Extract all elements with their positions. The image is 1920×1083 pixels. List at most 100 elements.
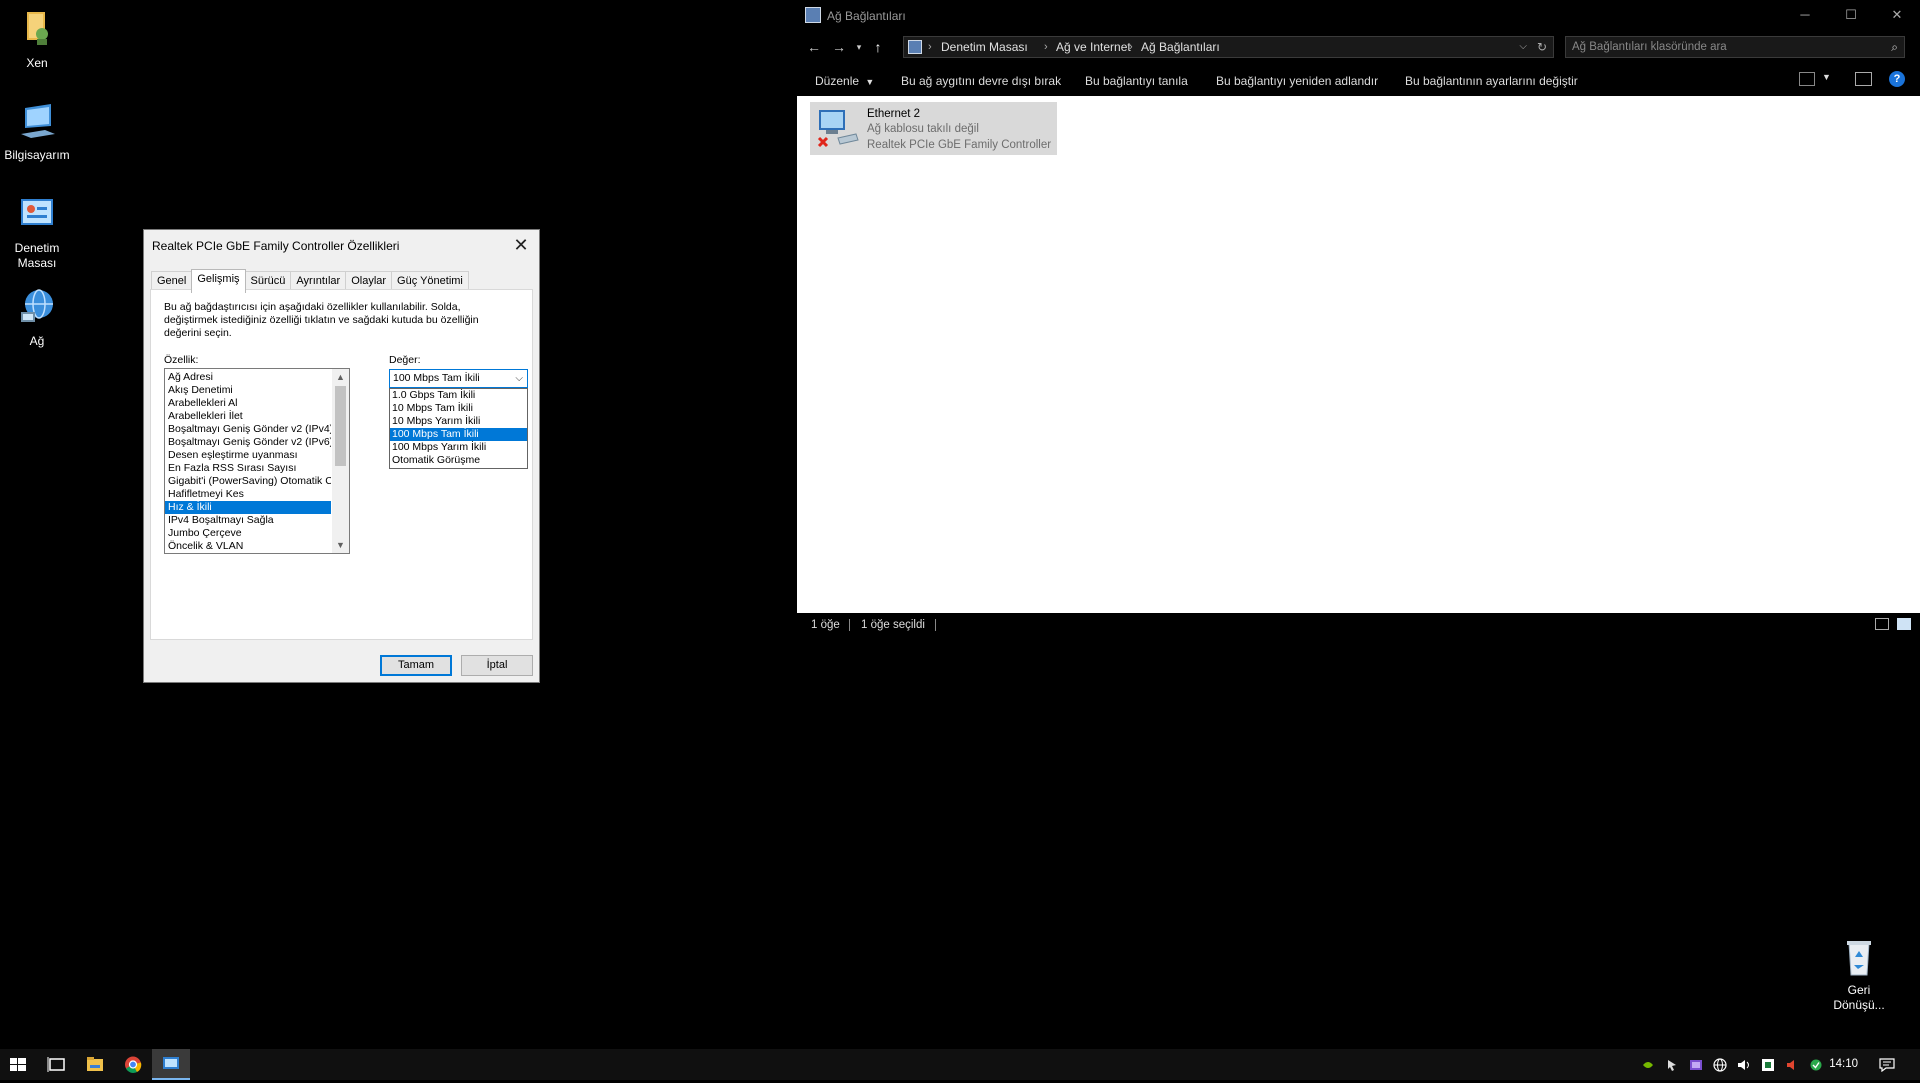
diagnose-connection-button[interactable]: Bu bağlantıyı tanıla	[1085, 74, 1188, 88]
recent-chevron-down-icon[interactable]: ▾	[849, 38, 869, 56]
search-icon[interactable]: ⌕	[1891, 37, 1898, 57]
desktop-icon-recycle-bin[interactable]: Geri Dönüşü...	[1821, 935, 1897, 1013]
cursor-tray-icon[interactable]	[1665, 1058, 1679, 1072]
rename-connection-button[interactable]: Bu bağlantıyı yeniden adlandır	[1216, 74, 1378, 88]
value-option[interactable]: 100 Mbps Yarım İkili	[390, 441, 527, 454]
command-bar: Düzenle ▼ Bu ağ aygıtını devre dışı bıra…	[797, 64, 1920, 96]
breadcrumb-network-connections[interactable]: Ağ Bağlantıları	[1141, 37, 1220, 57]
property-item[interactable]: Arabellekleri Al	[165, 397, 331, 410]
details-view-icon[interactable]	[1875, 618, 1889, 630]
desktop-icon-control-panel[interactable]: Denetim Masası	[0, 193, 75, 271]
value-option[interactable]: 10 Mbps Tam İkili	[390, 402, 527, 415]
recycle-bin-icon	[1837, 935, 1881, 979]
dialog-close-button[interactable]: ✕	[509, 234, 533, 256]
search-placeholder: Ağ Bağlantıları klasöründe ara	[1572, 41, 1727, 53]
control-panel-small-icon	[908, 40, 922, 54]
property-item[interactable]: Desen eşleştirme uyanması	[165, 449, 331, 462]
connection-tile-ethernet[interactable]: Ethernet 2 Ağ kablosu takılı değil Realt…	[810, 102, 1057, 155]
property-item[interactable]: Jumbo Çerçeve	[165, 527, 331, 540]
status-divider	[935, 619, 936, 631]
view-chevron-down-icon[interactable]: ▼	[1822, 72, 1831, 82]
property-item[interactable]: IPv4 Boşaltmayı Sağla	[165, 514, 331, 527]
property-item[interactable]: Akış Denetimi	[165, 384, 331, 397]
task-view-icon[interactable]	[38, 1049, 76, 1080]
view-options-icon[interactable]	[1799, 72, 1815, 86]
property-list[interactable]: Ağ Adresi Akış Denetimi Arabellekleri Al…	[164, 368, 350, 554]
dialog-title: Realtek PCIe GbE Family Controller Özell…	[152, 239, 400, 253]
window-title: Ağ Bağlantıları	[827, 9, 906, 23]
breadcrumb-control-panel[interactable]: Denetim Masası	[941, 37, 1028, 57]
chevron-down-icon: ▼	[865, 77, 875, 87]
advanced-tab-panel: Bu ağ bağdaştırıcısı için aşağıdaki özel…	[150, 289, 533, 640]
network-globe-tray-icon[interactable]	[1713, 1058, 1727, 1072]
property-item[interactable]: Arabellekleri İlet	[165, 410, 331, 423]
control-panel-taskbar-icon[interactable]	[152, 1049, 190, 1080]
change-settings-button[interactable]: Bu bağlantının ayarlarını değiştir	[1405, 74, 1578, 88]
connection-device: Realtek PCIe GbE Family Controller	[867, 139, 1052, 151]
speaker-muted-icon[interactable]	[1785, 1058, 1799, 1072]
dialog-tabs: Genel Gelişmiş Sürücü Ayrıntılar Olaylar…	[151, 269, 469, 293]
property-item[interactable]: Boşaltmayı Geniş Gönder v2 (IPv6)	[165, 436, 331, 449]
start-windows-icon[interactable]	[0, 1049, 38, 1080]
computer-icon	[15, 100, 59, 144]
value-option-highlighted[interactable]: 100 Mbps Tam İkili	[390, 428, 527, 441]
forward-arrow-icon[interactable]: →	[829, 38, 849, 56]
nvidia-tray-icon[interactable]	[1641, 1058, 1655, 1072]
maximize-icon[interactable]: ☐	[1828, 0, 1874, 30]
scroll-down-arrow-icon[interactable]: ▼	[332, 538, 349, 552]
preview-pane-icon[interactable]	[1855, 72, 1872, 86]
connection-name: Ethernet 2	[867, 108, 921, 120]
scroll-up-arrow-icon[interactable]: ▲	[332, 370, 349, 384]
volume-icon[interactable]	[1737, 1058, 1751, 1072]
property-item[interactable]: Gigabit'i (PowerSaving) Otomatik C	[165, 475, 331, 488]
property-item[interactable]: Ağ Adresi	[165, 371, 331, 384]
property-item[interactable]: Öncelik & VLAN	[165, 540, 331, 553]
property-item[interactable]: Hafifletmeyi Kes	[165, 488, 331, 501]
breadcrumb-network-internet[interactable]: Ağ ve Internet	[1056, 37, 1131, 57]
minimize-icon[interactable]: ─	[1782, 0, 1828, 30]
advanced-description: Bu ağ bağdaştırıcısı için aşağıdaki özel…	[164, 301, 479, 339]
value-option[interactable]: Otomatik Görüşme	[390, 454, 527, 467]
app-green-tray-icon[interactable]	[1809, 1058, 1823, 1072]
disable-device-button[interactable]: Bu ağ aygıtını devre dışı bırak	[901, 74, 1061, 88]
desktop-icon-network[interactable]: Ağ	[0, 286, 75, 349]
desktop-icon-xen[interactable]: Xen	[0, 8, 75, 71]
property-item-selected[interactable]: Hız & İkili	[165, 501, 331, 514]
address-history-chevron-icon[interactable]: ⌵	[1519, 37, 1527, 57]
refresh-icon[interactable]: ↻	[1537, 37, 1547, 57]
value-dropdown-list[interactable]: 1.0 Gbps Tam İkili 10 Mbps Tam İkili 10 …	[389, 388, 528, 469]
action-center-icon[interactable]	[1879, 1058, 1895, 1073]
address-bar[interactable]: › Denetim Masası › Ağ ve Internet › Ağ B…	[903, 36, 1554, 58]
help-icon[interactable]: ?	[1889, 71, 1905, 87]
property-list-items: Ağ Adresi Akış Denetimi Arabellekleri Al…	[165, 369, 349, 553]
network-connections-window: Ağ Bağlantıları ─ ☐ ✕ ← → ▾ ↑ › Denetim …	[797, 0, 1920, 637]
organize-button[interactable]: Düzenle ▼	[815, 74, 874, 88]
value-option[interactable]: 1.0 Gbps Tam İkili	[390, 389, 527, 402]
desktop-icon-label: Ağ	[29, 334, 45, 348]
user-folder-icon	[15, 8, 59, 52]
large-icons-view-icon[interactable]	[1897, 618, 1911, 630]
window-titlebar: Ağ Bağlantıları ─ ☐ ✕	[797, 0, 1920, 30]
search-input[interactable]: Ağ Bağlantıları klasöründe ara ⌕	[1565, 36, 1905, 58]
file-explorer-icon[interactable]	[76, 1049, 114, 1080]
property-item[interactable]: En Fazla RSS Sırası Sayısı	[165, 462, 331, 475]
close-icon[interactable]: ✕	[1874, 0, 1920, 30]
value-combobox[interactable]: 100 Mbps Tam İkili ⌵	[389, 369, 528, 388]
back-arrow-icon[interactable]: ←	[804, 38, 824, 56]
tab-advanced[interactable]: Gelişmiş	[191, 269, 246, 293]
value-option[interactable]: 10 Mbps Yarım İkili	[390, 415, 527, 428]
up-arrow-icon[interactable]: ↑	[868, 38, 888, 56]
ok-button[interactable]: Tamam	[380, 655, 452, 676]
desktop-icon-label: Denetim Masası	[14, 241, 60, 270]
security-shield-tray-icon[interactable]	[1761, 1058, 1775, 1072]
scrollbar-thumb[interactable]	[335, 386, 346, 466]
taskbar-clock[interactable]: 14:10	[1829, 1058, 1858, 1070]
app-tray-icon[interactable]	[1689, 1058, 1703, 1072]
value-label: Değer:	[389, 354, 421, 366]
file-list-area[interactable]: Ethernet 2 Ağ kablosu takılı değil Realt…	[797, 96, 1920, 613]
property-list-scrollbar[interactable]: ▲ ▼	[332, 369, 349, 553]
chrome-icon[interactable]	[114, 1049, 152, 1080]
property-item[interactable]: Boşaltmayı Geniş Gönder v2 (IPv4)	[165, 423, 331, 436]
desktop-icon-computer[interactable]: Bilgisayarım	[0, 100, 75, 163]
cancel-button[interactable]: İptal	[461, 655, 533, 676]
